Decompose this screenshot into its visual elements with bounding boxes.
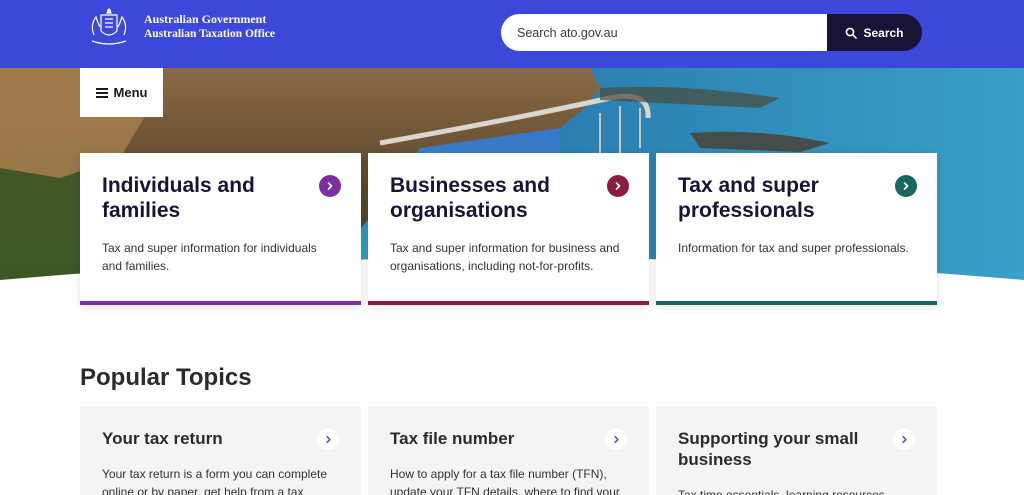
search-button-label: Search bbox=[863, 25, 904, 40]
search-icon bbox=[846, 27, 858, 39]
topic-title: Supporting your small business bbox=[678, 429, 859, 469]
card-businesses[interactable]: Businesses and organisations Tax and sup… bbox=[368, 153, 649, 305]
topic-title: Your tax return bbox=[102, 429, 223, 448]
chevron-right-icon bbox=[895, 175, 917, 197]
card-description: Tax and super information for business a… bbox=[390, 241, 620, 273]
topic-description: Tax time essentials, learning resources bbox=[678, 488, 885, 495]
menu-button-label: Menu bbox=[113, 85, 148, 100]
card-title: Tax and super professionals bbox=[678, 174, 819, 222]
card-accent-bar bbox=[368, 301, 649, 305]
chevron-right-icon bbox=[317, 428, 339, 450]
ato-logo[interactable]: Australian Government Australian Taxatio… bbox=[80, 5, 275, 49]
card-accent-bar bbox=[656, 301, 937, 305]
topic-card-tax-file-number[interactable]: Tax file number How to apply for a tax f… bbox=[368, 406, 649, 495]
logo-line-ato: Australian Taxation Office bbox=[144, 28, 275, 40]
card-description: Tax and super information for individual… bbox=[102, 241, 317, 273]
chevron-right-icon bbox=[605, 428, 627, 450]
search-field-container bbox=[501, 14, 828, 51]
popular-topics-heading: Popular Topics bbox=[80, 364, 252, 391]
topic-title: Tax file number bbox=[390, 429, 515, 448]
chevron-right-icon bbox=[607, 175, 629, 197]
topic-description: Your tax return is a form you can comple… bbox=[102, 467, 327, 495]
search-input[interactable] bbox=[501, 14, 828, 51]
chevron-right-icon bbox=[893, 428, 915, 450]
card-title: Businesses and organisations bbox=[390, 174, 550, 222]
card-accent-bar bbox=[80, 301, 361, 305]
site-header: Australian Government Australian Taxatio… bbox=[0, 0, 1024, 68]
topic-card-small-business[interactable]: Supporting your small business Tax time … bbox=[656, 406, 937, 495]
hamburger-icon bbox=[95, 87, 108, 98]
logo-line-government: Australian Government bbox=[144, 12, 267, 26]
card-description: Information for tax and super profession… bbox=[678, 241, 909, 255]
card-professionals[interactable]: Tax and super professionals Information … bbox=[656, 153, 937, 305]
card-individuals[interactable]: Individuals and families Tax and super i… bbox=[80, 153, 361, 305]
coat-of-arms-icon bbox=[91, 7, 127, 45]
topic-description: How to apply for a tax file number (TFN)… bbox=[390, 467, 620, 495]
topic-card-tax-return[interactable]: Your tax return Your tax return is a for… bbox=[80, 406, 361, 495]
menu-button[interactable]: Menu bbox=[80, 68, 163, 117]
card-title: Individuals and families bbox=[102, 174, 255, 222]
search-button[interactable]: Search bbox=[827, 14, 922, 51]
chevron-right-icon bbox=[319, 175, 341, 197]
